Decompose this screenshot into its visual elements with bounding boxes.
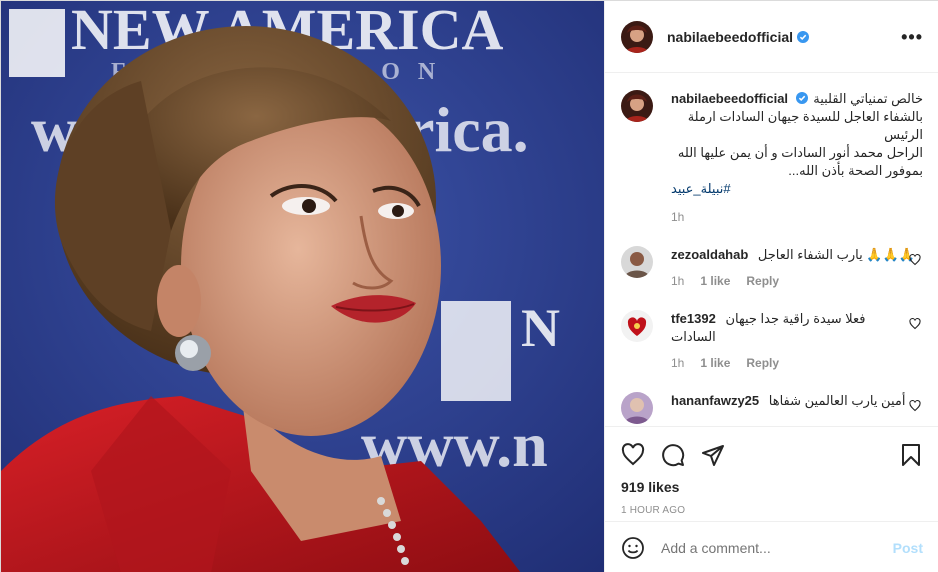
post-header: nabilaebeedofficial ••• xyxy=(605,1,938,73)
post-button[interactable]: Post xyxy=(893,540,923,556)
caption-block: nabilaebeedofficial خالص تمنياتي القلبية… xyxy=(621,90,923,224)
caption-time[interactable]: 1h xyxy=(671,210,684,224)
bookmark-icon[interactable] xyxy=(899,443,923,467)
svg-text:N: N xyxy=(521,298,560,358)
comment-item: tfe1392 فعلا سيدة راقية جدا جيهان السادا… xyxy=(621,310,923,370)
reply-button[interactable]: Reply xyxy=(746,356,779,370)
comment-like-heart-icon[interactable] xyxy=(909,400,921,412)
caption-avatar[interactable] xyxy=(621,90,653,122)
comment-likes[interactable]: 1 like xyxy=(700,356,730,370)
paper-plane-icon[interactable] xyxy=(701,443,725,467)
comment-text: أمين يارب العالمين شفاها xyxy=(768,393,906,408)
author-avatar[interactable] xyxy=(621,20,653,53)
portrait-photo: NEW AMERICA www.newamerica. www.n FOUNDA… xyxy=(1,1,604,572)
comment-likes[interactable]: 1 like xyxy=(700,274,730,288)
comment-item: hananfawzy25 أمين يارب العالمين شفاها xyxy=(621,392,923,424)
commenter-username[interactable]: tfe1392 xyxy=(671,311,716,326)
comment-item: zezoaldahab يارب الشفاء العاجل 🙏🙏🙏 1h 1 … xyxy=(621,246,923,288)
likes-count[interactable]: 919 likes xyxy=(621,479,923,495)
add-comment-bar: Post xyxy=(605,521,938,572)
comment-like-heart-icon[interactable] xyxy=(909,318,921,330)
comment-text: يارب الشفاء العاجل 🙏🙏🙏 xyxy=(757,247,915,262)
caption-line-3: الراحل محمد أنور السادات و أن يمن عليها … xyxy=(677,145,923,160)
comment-time[interactable]: 1h xyxy=(671,356,684,370)
caption-line-2: بالشفاء العاجل للسيدة جيهان السادات ارمل… xyxy=(687,109,923,142)
comments-list: nabilaebeedofficial خالص تمنياتي القلبية… xyxy=(605,74,938,426)
post-time-ago[interactable]: 1 HOUR AGO xyxy=(621,505,923,516)
more-options-icon[interactable]: ••• xyxy=(901,28,923,46)
verified-badge-icon xyxy=(797,30,810,43)
caption-line-4: بموفور الصحة بأذن الله... xyxy=(788,163,923,178)
emoji-smile-icon[interactable] xyxy=(621,536,645,560)
comment-like-heart-icon[interactable] xyxy=(909,254,921,266)
commenter-username[interactable]: hananfawzy25 xyxy=(671,393,759,408)
author-username[interactable]: nabilaebeedofficial xyxy=(667,29,793,45)
comment-time[interactable]: 1h xyxy=(671,274,684,288)
commenter-username[interactable]: zezoaldahab xyxy=(671,247,748,262)
verified-badge-icon xyxy=(795,92,808,104)
comment-text: فعلا سيدة راقية جدا جيهان xyxy=(725,311,866,326)
commenter-avatar[interactable] xyxy=(621,246,653,278)
caption-line-1: خالص تمنياتي القلبية xyxy=(813,91,923,106)
commenter-avatar[interactable] xyxy=(621,392,653,424)
comment-icon[interactable] xyxy=(661,443,685,467)
comment-input[interactable] xyxy=(661,539,893,556)
commenter-avatar[interactable] xyxy=(621,310,653,342)
heart-icon[interactable] xyxy=(621,443,645,467)
instagram-post-modal: NEW AMERICA www.newamerica. www.n FOUNDA… xyxy=(0,0,938,572)
post-actions: 919 likes 1 HOUR AGO xyxy=(605,426,938,531)
caption-hashtag[interactable]: #نبيلة_عبيد xyxy=(671,181,731,196)
caption-username[interactable]: nabilaebeedofficial xyxy=(671,91,788,106)
comment-text-line-2: السادات xyxy=(671,329,716,344)
post-photo[interactable]: NEW AMERICA www.newamerica. www.n FOUNDA… xyxy=(1,1,604,572)
post-side-panel: nabilaebeedofficial ••• nabilaebeedoffic… xyxy=(604,1,938,572)
reply-button[interactable]: Reply xyxy=(746,274,779,288)
